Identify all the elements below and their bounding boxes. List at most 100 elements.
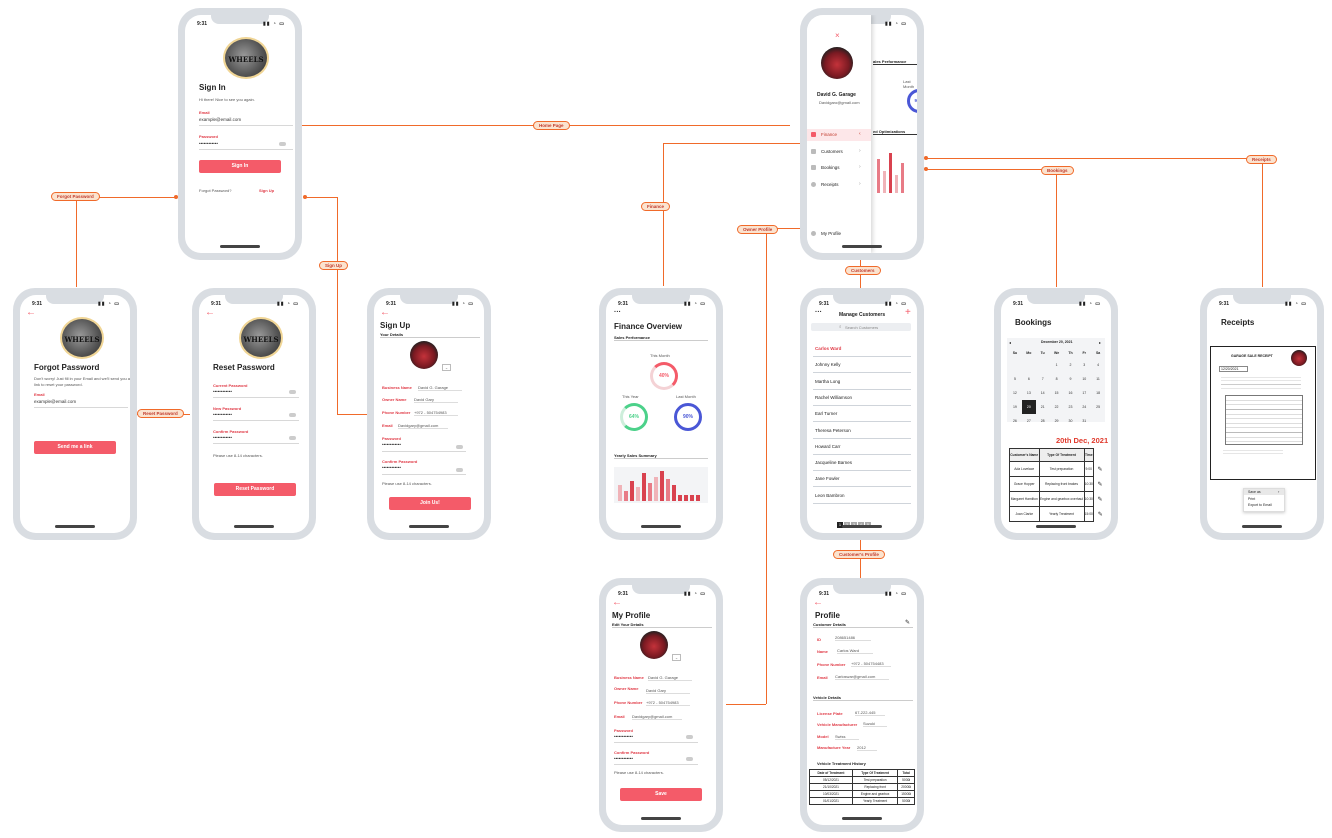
print-item[interactable]: Print: [1248, 497, 1255, 501]
owner-name-field[interactable]: David Gary: [414, 397, 458, 403]
current-password-field[interactable]: ••••••••••••: [213, 389, 232, 394]
calendar-day[interactable]: 10: [1077, 372, 1091, 386]
save-as-item[interactable]: Save as ›: [1244, 489, 1284, 495]
customer-list-item[interactable]: Earl Turner: [813, 406, 911, 423]
calendar-day[interactable]: 31: [1077, 414, 1091, 428]
calendar-day[interactable]: 13: [1022, 386, 1036, 400]
new-password-field[interactable]: ••••••••••••: [213, 412, 232, 417]
back-arrow-icon[interactable]: ←: [26, 308, 36, 318]
calendar-day[interactable]: 14: [1036, 386, 1050, 400]
signup-link[interactable]: Sign Up: [259, 188, 274, 193]
customer-list-item[interactable]: Jane Fowler: [813, 471, 911, 488]
search-input[interactable]: Search Customers: [845, 325, 878, 330]
calendar-day[interactable]: 1: [1050, 358, 1064, 372]
phone-number-field[interactable]: +972 - 504754983: [414, 410, 458, 416]
reset-password-button[interactable]: Reset Password: [214, 483, 296, 496]
calendar-day[interactable]: 27: [1022, 414, 1036, 428]
drawer-item-customers[interactable]: Customers ›: [807, 146, 871, 158]
show-password-toggle[interactable]: [279, 142, 286, 146]
password-field[interactable]: ••••••••••••: [199, 141, 218, 146]
email-field[interactable]: Davidgary@gmail.com: [398, 423, 448, 429]
calendar-day[interactable]: 3: [1077, 358, 1091, 372]
owner-name-field[interactable]: David Gary: [646, 688, 690, 694]
menu-icon[interactable]: ···: [614, 309, 621, 316]
customer-list-item[interactable]: Martha Long: [813, 374, 911, 390]
customer-list-item[interactable]: Carlos Ward: [813, 341, 911, 357]
calendar-day[interactable]: 17: [1077, 386, 1091, 400]
calendar-day[interactable]: 6: [1022, 372, 1036, 386]
show-password-toggle[interactable]: [289, 413, 296, 417]
calendar-day[interactable]: 5: [1008, 372, 1022, 386]
drawer-item-receipts[interactable]: Receipts ›: [807, 179, 871, 191]
calendar-day[interactable]: 28: [1036, 414, 1050, 428]
email-field[interactable]: example@email.com: [199, 117, 293, 122]
confirm-password-field[interactable]: ••••••••••••: [213, 435, 232, 440]
calendar-day[interactable]: 8: [1050, 372, 1064, 386]
customer-list-item[interactable]: Jacqueline Barnes: [813, 455, 911, 472]
back-arrow-icon[interactable]: ←: [612, 598, 622, 608]
back-arrow-icon[interactable]: ←: [205, 308, 215, 318]
save-button[interactable]: Save: [620, 788, 702, 801]
calendar-day[interactable]: 30: [1064, 414, 1078, 428]
confirm-password-field[interactable]: ••••••••••••: [614, 756, 633, 761]
calendar-day[interactable]: 19: [1008, 400, 1022, 414]
chevron-down-icon[interactable]: ⌄: [672, 654, 681, 661]
next-month-icon[interactable]: ▸: [1099, 340, 1101, 345]
chevron-down-icon[interactable]: ⌄: [442, 364, 451, 371]
show-password-toggle[interactable]: [686, 735, 693, 739]
send-link-button[interactable]: Send me a link: [34, 441, 116, 454]
calendar-day[interactable]: 29: [1050, 414, 1064, 428]
export-email-item[interactable]: Export to Email: [1248, 503, 1272, 507]
calendar-day[interactable]: 25: [1091, 400, 1105, 414]
edit-pencil-icon[interactable]: ✎: [1094, 507, 1107, 522]
customer-list-item[interactable]: Leon Bambron: [813, 488, 911, 504]
calendar-day[interactable]: 2: [1064, 358, 1078, 372]
join-button[interactable]: Join Us!: [389, 497, 471, 510]
calendar-day[interactable]: 9: [1064, 372, 1078, 386]
prev-month-icon[interactable]: ◂: [1009, 340, 1011, 345]
receipt-document[interactable]: GARAGE SALE RECEIPT 12/20/2021: [1210, 346, 1316, 480]
show-password-toggle[interactable]: [456, 468, 463, 472]
business-name-field[interactable]: David G. Garage: [418, 385, 462, 391]
calendar-day[interactable]: 16: [1064, 386, 1078, 400]
show-password-toggle[interactable]: [289, 390, 296, 394]
calendar-day[interactable]: 18: [1091, 386, 1105, 400]
customer-list-item[interactable]: Rachel Williamson: [813, 390, 911, 406]
show-password-toggle[interactable]: [686, 757, 693, 761]
calendar-day[interactable]: 26: [1008, 414, 1022, 428]
search-bar[interactable]: ⌕ Search Customers: [811, 323, 911, 331]
customer-list-item[interactable]: Johnny Kelly: [813, 357, 911, 374]
back-arrow-icon[interactable]: ←: [813, 598, 823, 608]
show-password-toggle[interactable]: [289, 436, 296, 440]
add-customer-button[interactable]: +: [905, 307, 911, 318]
customer-list-item[interactable]: Theresa Peterson: [813, 423, 911, 439]
drawer-item-my-profile[interactable]: My Profile: [807, 228, 871, 240]
password-field[interactable]: ••••••••••••: [614, 734, 633, 739]
calendar-day[interactable]: 12: [1008, 386, 1022, 400]
calendar-day[interactable]: 4: [1091, 358, 1105, 372]
signin-button[interactable]: Sign In: [199, 160, 281, 173]
edit-pencil-icon[interactable]: ✎: [1094, 462, 1107, 477]
email-field[interactable]: Davidgary@gmail.com: [632, 714, 682, 720]
calendar-day[interactable]: 23: [1064, 400, 1078, 414]
menu-icon[interactable]: ···: [815, 309, 822, 316]
business-name-field[interactable]: David G. Garage: [648, 675, 692, 681]
calendar-day[interactable]: 15: [1050, 386, 1064, 400]
calendar-day[interactable]: 7: [1036, 372, 1050, 386]
customer-list-item[interactable]: Howard Carr: [813, 439, 911, 455]
phone-number-field[interactable]: +972 - 504754983: [646, 700, 690, 706]
forgot-password-link[interactable]: Forgot Password?: [199, 188, 231, 193]
close-icon[interactable]: ×: [835, 31, 840, 40]
back-arrow-icon[interactable]: ←: [380, 308, 390, 318]
password-field[interactable]: ••••••••••••: [382, 442, 401, 447]
calendar-day[interactable]: 24: [1077, 400, 1091, 414]
confirm-password-field[interactable]: ••••••••••••: [382, 465, 401, 470]
show-password-toggle[interactable]: [456, 445, 463, 449]
calendar-day[interactable]: 11: [1091, 372, 1105, 386]
drawer-item-bookings[interactable]: Bookings ›: [807, 162, 871, 174]
calendar-day[interactable]: 21: [1036, 400, 1050, 414]
drawer-item-finance[interactable]: Finance ‹: [807, 129, 871, 141]
calendar-day[interactable]: 22: [1050, 400, 1064, 414]
edit-pencil-icon[interactable]: ✎: [1094, 477, 1107, 492]
calendar-day[interactable]: 20: [1021, 400, 1036, 414]
